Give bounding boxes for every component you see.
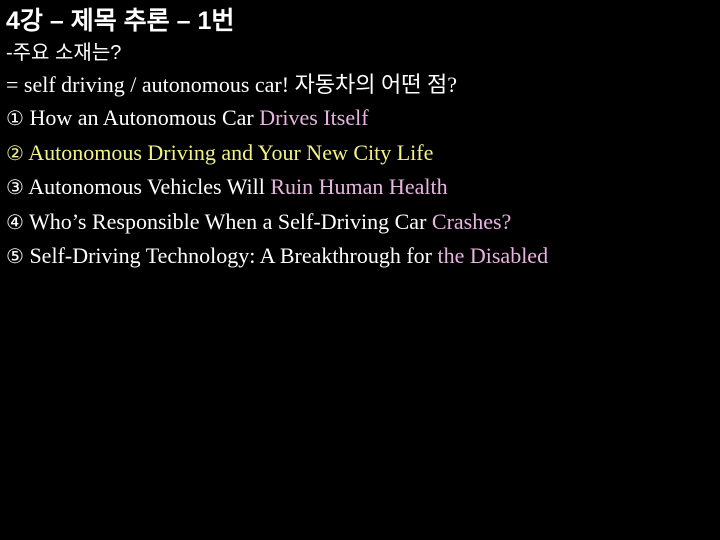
option-marker-4: ④: [6, 209, 24, 234]
option-marker-2: ②: [6, 140, 24, 165]
option-text-plain-5: Self-Driving Technology: A Breakthrough …: [29, 243, 438, 268]
option-text-plain-1: How an Autonomous Car: [29, 105, 260, 130]
option-text-highlight-2: Autonomous Driving and Your New City Lif…: [28, 139, 434, 165]
option-text-highlight-5: the Disabled: [437, 243, 549, 268]
option-item-2[interactable]: ② Autonomous Driving and Your New City L…: [6, 136, 718, 171]
slide-content: 4강 – 제목 추론 – 1번 -주요 소재는? = self driving …: [6, 4, 718, 274]
option-marker-1: ①: [6, 106, 24, 130]
option-text-highlight-1: Drives Itself: [259, 105, 369, 130]
option-marker-5: ⑤: [6, 244, 24, 268]
option-text-highlight-4: Crashes?: [431, 208, 512, 234]
option-text-plain-4: Who’s Responsible When a Self-Driving Ca…: [29, 208, 432, 234]
subtitle-line: -주요 소재는?: [6, 42, 122, 64]
option-item-1[interactable]: ① How an Autonomous Car Drives Itself: [6, 101, 718, 136]
option-marker-3: ③: [6, 175, 24, 199]
option-text-plain-3: Autonomous Vehicles Will: [28, 174, 271, 199]
option-text-highlight-3: Ruin Human Health: [270, 174, 448, 199]
topic-line: = self driving / autonomous car! 자동차의 어떤…: [6, 72, 458, 97]
option-item-4[interactable]: ④ Who’s Responsible When a Self-Driving …: [6, 205, 718, 240]
slide-canvas: 4강 – 제목 추론 – 1번 -주요 소재는? = self driving …: [0, 0, 720, 540]
option-item-3[interactable]: ③ Autonomous Vehicles Will Ruin Human He…: [6, 170, 718, 205]
option-item-5[interactable]: ⑤ Self-Driving Technology: A Breakthroug…: [6, 239, 716, 274]
page-title: 4강 – 제목 추론 – 1번: [6, 7, 235, 35]
